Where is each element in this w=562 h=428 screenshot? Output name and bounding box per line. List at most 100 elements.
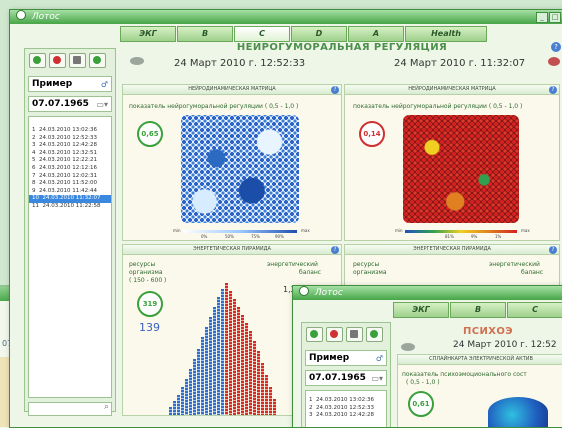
male-icon: ♂ [100,80,108,89]
list-item[interactable]: 3 24.03.2010 12:42:28 [306,412,386,420]
indicator-label: показатель нейрогуморальной регуляции ( … [129,103,299,110]
pyramid-bar [233,299,236,415]
save-button[interactable] [366,327,383,342]
list-item[interactable]: 11 24.03.2010 11:22:58 [29,203,111,211]
record-icon [370,330,378,338]
patient-name: Пример [309,353,350,363]
pyramid-bar [181,387,184,415]
balance-label: баланс [521,269,544,276]
male-icon: ♂ [375,354,383,363]
minus-icon [330,330,338,338]
tab-c[interactable]: C [507,302,562,318]
scale-max: max [521,228,530,233]
front-page-title: ПСИХОЭ [463,326,514,337]
page-title: НЕЙРОГУМОРАЛЬНАЯ РЕГУЛЯЦИЯ [236,42,448,53]
pyramid-bar [197,349,200,415]
sidebar: Пример ♂ 07.07.1965 ▭▾ 1 24.03.2010 13:0… [24,48,116,416]
panel-title: СПЛАЙНКАРТА ЭЛЕКТРИЧЕСКОЙ АКТИВ [398,355,562,365]
list-item[interactable]: 5 24.03.2010 12:22:21 [29,157,111,165]
resources-gauge: 319 [137,291,163,317]
indicator-range: ( 0,5 - 1,0 ) [406,379,440,386]
help-icon[interactable]: ? [549,246,557,254]
save-button[interactable] [89,53,106,68]
indicator-gauge-left: 0,65 [137,121,163,147]
list-item[interactable]: 3 24.03.2010 12:42:28 [29,142,111,150]
help-icon[interactable]: ? [331,246,339,254]
pyramid-bar [269,387,272,415]
list-item[interactable]: 1 24.03.2010 13:02:36 [29,127,111,135]
scale-tick: 75% [251,234,260,239]
list-item[interactable]: 6 24.03.2010 12:12:16 [29,165,111,173]
compare-icon[interactable] [548,57,560,66]
minus-icon [53,56,61,64]
neuro-matrix-left [181,115,299,223]
birth-date: 07.07.1965 [309,373,366,383]
front-window: Лотос ЭКГ B C Пример ♂ 07.07.1965 ▭▾ 1 2… [292,285,562,428]
front-date: 24 Март 2010 г. 12:52 [453,340,557,350]
calendar-icon[interactable]: ▭▾ [96,98,108,112]
list-item[interactable]: 2 24.03.2010 12:52:33 [306,405,386,413]
calendar-icon[interactable]: ▭▾ [371,372,383,386]
color-scale-left [183,230,297,233]
help-icon[interactable]: ? [331,86,339,94]
list-item[interactable]: 2 24.03.2010 12:52:33 [29,135,111,143]
balance-label: энергетический [267,261,318,268]
matrix-panel-right: НЕЙРОДИНАМИЧЕСКАЯ МАТРИЦА ? показатель н… [344,84,560,241]
tab-ecg[interactable]: ЭКГ [393,302,449,318]
maximize-button[interactable]: □ [549,12,561,23]
balance-label: баланс [299,269,322,276]
pyramid-bar [213,307,216,415]
add-button[interactable] [29,53,46,68]
resources-big-value: 139 [139,321,160,334]
brain-map [488,397,548,427]
list-item-selected[interactable]: 10 24.03.2010 11:32:07 [29,195,111,203]
help-icon[interactable]: ? [551,42,561,52]
window-controls: _ □ [536,12,561,23]
list-item[interactable]: 8 24.03.2010 11:52:00 [29,180,111,188]
record-icon [93,56,101,64]
help-icon[interactable]: ? [549,86,557,94]
patient-name-field[interactable]: Пример ♂ [305,350,387,366]
list-item[interactable]: 7 24.03.2010 12:02:31 [29,173,111,181]
eye-icon[interactable] [401,343,415,351]
matrix-panel-left: НЕЙРОДИНАМИЧЕСКАЯ МАТРИЦА ? показатель н… [122,84,342,241]
patient-name-field[interactable]: Пример ♂ [28,76,112,92]
print-button[interactable] [346,327,363,342]
plus-icon [33,56,41,64]
scale-tick: 0% [201,234,208,239]
scale-tick: 81% [445,234,454,239]
eye-icon[interactable] [130,57,144,65]
pyramid-bar [209,317,212,415]
color-scale-right [405,230,517,233]
birth-date: 07.07.1965 [32,99,89,109]
delete-button[interactable] [326,327,343,342]
search-icon[interactable]: ⌕ [104,402,109,412]
front-sidebar: Пример ♂ 07.07.1965 ▭▾ 1 24.03.2010 13:0… [301,322,391,427]
results-header: НЕЙРОГУМОРАЛЬНАЯ РЕГУЛЯЦИЯ ? 24 Март 201… [122,40,562,80]
pyramid-bar [265,375,268,415]
front-spectro-panel: СПЛАЙНКАРТА ЭЛЕКТРИЧЕСКОЙ АКТИВ показате… [397,354,562,427]
pyramid-bar [253,341,256,415]
front-window-title: Лотос [314,288,343,298]
printer-icon [73,56,81,64]
pyramid-bar [217,297,220,415]
pyramid-bar [201,337,204,415]
date-right: 24 Март 2010 г. 11:32:07 [394,58,526,69]
list-item[interactable]: 1 24.03.2010 13:02:36 [306,397,386,405]
list-item[interactable]: 9 24.03.2010 11:42:44 [29,188,111,196]
pyramid-bar [257,351,260,415]
birth-date-field[interactable]: 07.07.1965 ▭▾ [28,96,112,112]
minimize-button[interactable]: _ [536,12,548,23]
balance-label: энергетический [489,261,540,268]
add-button[interactable] [306,327,323,342]
birth-date-field[interactable]: 07.07.1965 ▭▾ [305,370,387,386]
plus-icon [310,330,318,338]
tab-b[interactable]: B [450,302,506,318]
delete-button[interactable] [49,53,66,68]
panel-title: ЭНЕРГЕТИЧЕСКАЯ ПИРАМИДА [123,245,341,255]
scale-min: min [173,228,181,233]
print-button[interactable] [69,53,86,68]
pyramid-bar [225,283,228,415]
search-input[interactable]: ⌕ [28,402,112,416]
list-item[interactable]: 4 24.03.2010 12:32:51 [29,150,111,158]
